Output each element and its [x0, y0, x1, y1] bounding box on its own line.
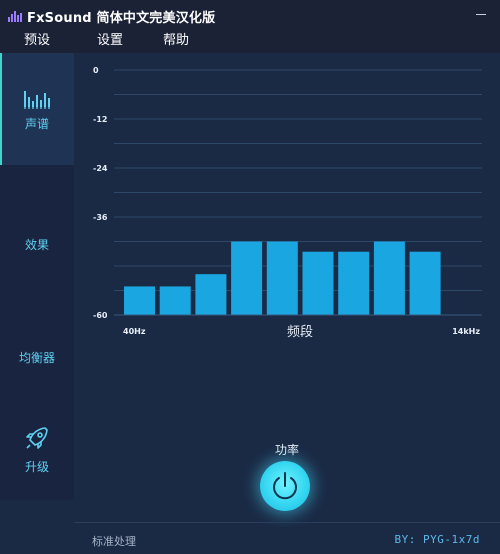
- power-button[interactable]: [260, 461, 310, 511]
- spectrum-bar: [124, 286, 155, 315]
- fxsound-logo-icon: [8, 11, 23, 22]
- y-tick-label: -12: [93, 115, 107, 124]
- spectrum-chart: 0 -12 -24 -36 -60 40Hz 14kHz 频段: [93, 66, 482, 340]
- spectrum-bars-icon: [23, 90, 51, 109]
- spectrum-bar: [373, 241, 405, 315]
- sidebar-item-label: 效果: [24, 237, 49, 252]
- spectrum-bar: [231, 241, 263, 315]
- credit-text: BY: PYG-1x7d: [394, 533, 480, 546]
- y-tick-label: 0: [93, 66, 99, 75]
- sidebar-item-label: 升级: [24, 459, 49, 474]
- y-tick-label: -24: [93, 164, 108, 173]
- spectrum-bar: [266, 241, 298, 315]
- sidebar-item-label: 声谱: [24, 116, 49, 131]
- menu-item-presets[interactable]: 预设: [24, 29, 50, 48]
- spectrum-bar: [338, 251, 370, 315]
- y-tick-label: -36: [93, 213, 108, 222]
- sidebar: 声谱 效果 均衡器 升级: [0, 53, 74, 500]
- rocket-icon: [26, 426, 48, 449]
- spectrum-bar: [159, 286, 191, 315]
- title-bar: FxSound 简体中文完美汉化版 预设 设置 帮助: [0, 0, 500, 53]
- spectrum-bar: [302, 251, 334, 315]
- app-title-text: FxSound 简体中文完美汉化版: [27, 11, 216, 26]
- power-icon: [273, 472, 297, 500]
- x-tick-label: 40Hz: [123, 327, 146, 336]
- power-label: 功率: [274, 443, 299, 457]
- sidebar-item-label: 均衡器: [18, 350, 55, 365]
- menu-item-settings[interactable]: 设置: [97, 29, 123, 48]
- x-tick-label: 14kHz: [452, 327, 480, 336]
- status-text: 标准处理: [92, 535, 136, 548]
- menu-item-help[interactable]: 帮助: [163, 29, 189, 48]
- status-bar: 标准处理 BY: PYG-1x7d: [74, 522, 500, 554]
- minimize-icon[interactable]: [476, 14, 486, 15]
- spectrum-bar: [409, 251, 441, 315]
- y-tick-label: -60: [93, 311, 108, 320]
- spectrum-bar: [195, 274, 227, 315]
- menu-bar: 预设 设置 帮助: [0, 29, 300, 49]
- x-axis-label: 频段: [287, 325, 313, 340]
- sidebar-item-equalizer[interactable]: 均衡器: [0, 336, 74, 372]
- sidebar-item-spectrum[interactable]: 声谱: [0, 53, 74, 165]
- app-title: FxSound 简体中文完美汉化版: [8, 7, 215, 26]
- main-panel: 0 -12 -24 -36 -60 40Hz 14kHz 频段 功率 标准处理 BY: PYG…: [74, 53, 500, 548]
- sidebar-item-upgrade[interactable]: 升级: [0, 419, 74, 479]
- sidebar-item-effects[interactable]: 效果: [0, 223, 74, 259]
